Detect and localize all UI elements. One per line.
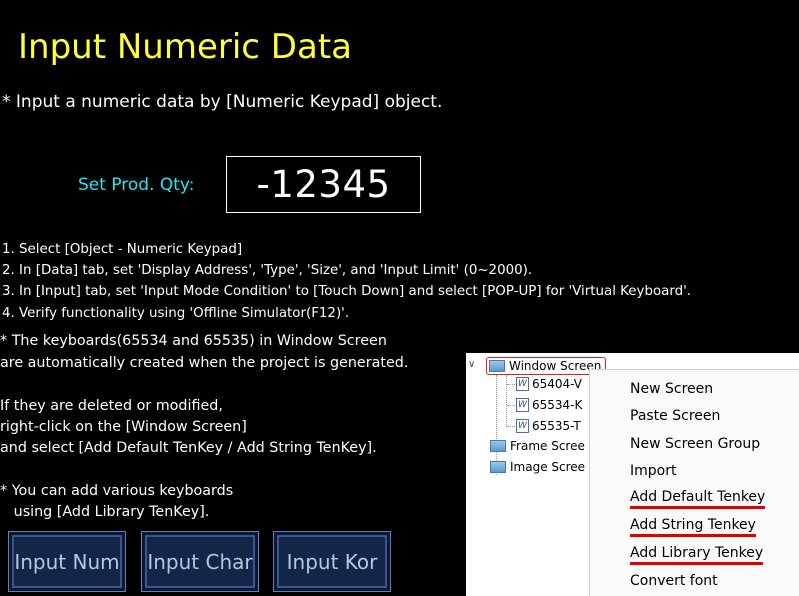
tree-guide-line [507,405,515,406]
folder-icon [490,461,506,473]
menu-item-add-string-tenkey[interactable]: Add String Tenkey [630,517,756,537]
note-line: are automatically created when the proje… [0,354,409,371]
note-line: and select [Add Default TenKey / Add Str… [0,440,377,457]
screen-doc-icon: W [516,398,529,412]
tree-item-screen[interactable]: W 65404-V [516,377,582,391]
tree-guide-line [507,384,515,385]
qty-label: Set Prod. Qty: [78,175,195,195]
instruction-steps: 1. Select [Object - Numeric Keypad] 2. I… [2,239,691,324]
input-num-button[interactable]: Input Num [8,531,126,592]
page-title: Input Numeric Data [18,27,352,67]
note-line: right-click on the [Window Screen] [0,419,247,436]
menu-item-add-library-tenkey[interactable]: Add Library Tenkey [630,545,764,565]
note-line: * The keyboards(65534 and 65535) in Wind… [0,333,387,349]
tree-guide-line [506,375,507,427]
step-line: 2. In [Data] tab, set 'Display Address',… [2,263,533,279]
menu-item-paste-screen[interactable]: Paste Screen [630,408,720,424]
menu-item-add-default-tenkey[interactable]: Add Default Tenkey [630,489,766,509]
keyboard-note: * The keyboards(65534 and 65535) in Wind… [0,331,408,374]
step-line: 3. In [Input] tab, set 'Input Mode Condi… [2,284,692,300]
tree-item-label: Image Scree [510,460,586,474]
tree-item-label: 65534-K [532,398,583,412]
tree-item-label: 65535-T [532,419,581,433]
note-line: using [Add Library TenKey]. [0,504,210,520]
menu-item-new-screen-group[interactable]: New Screen Group [630,436,760,452]
menu-item-import[interactable]: Import [630,463,676,479]
tree-item-label: Frame Scree [510,439,585,453]
input-char-button[interactable]: Input Char [141,531,259,592]
tree-item-image-screen[interactable]: Image Scree [490,460,585,474]
tree-item-label: 65404-V [532,377,583,391]
page-subtitle: * Input a numeric data by [Numeric Keypa… [2,92,443,112]
note-line: * You can add various keyboards [0,483,234,499]
restore-note: If they are deleted or modified, right-c… [0,396,377,460]
menu-item-new-screen[interactable]: New Screen [630,381,713,397]
tree-item-frame-screen[interactable]: Frame Scree [490,439,585,453]
library-note: * You can add various keyboards using [A… [0,481,233,523]
folder-icon [489,360,505,372]
tree-item-screen[interactable]: W 65534-K [516,398,582,412]
step-line: 4. Verify functionality using 'Offline S… [2,305,350,321]
tree-guide-line [507,426,515,427]
collapse-chevron-icon[interactable]: ∨ [468,359,475,370]
context-menu: New Screen Paste Screen New Screen Group… [589,369,799,596]
step-line: 1. Select [Object - Numeric Keypad] [2,242,243,257]
menu-item-convert-font[interactable]: Convert font [630,573,718,589]
screen-doc-icon: W [516,419,529,433]
tree-item-screen[interactable]: W 65535-T [516,419,581,433]
note-line: If they are deleted or modified, [0,398,223,414]
qty-value: -12345 [256,163,391,206]
screen-tree-panel: ∨ Window Screen W 65404-V W 65534-K W 65… [466,353,799,596]
tree-item-label: Window Screen [509,359,602,373]
input-kor-button[interactable]: Input Kor [273,531,391,592]
folder-icon [490,440,506,452]
numeric-input-box[interactable]: -12345 [226,156,421,213]
screen-doc-icon: W [516,377,529,391]
